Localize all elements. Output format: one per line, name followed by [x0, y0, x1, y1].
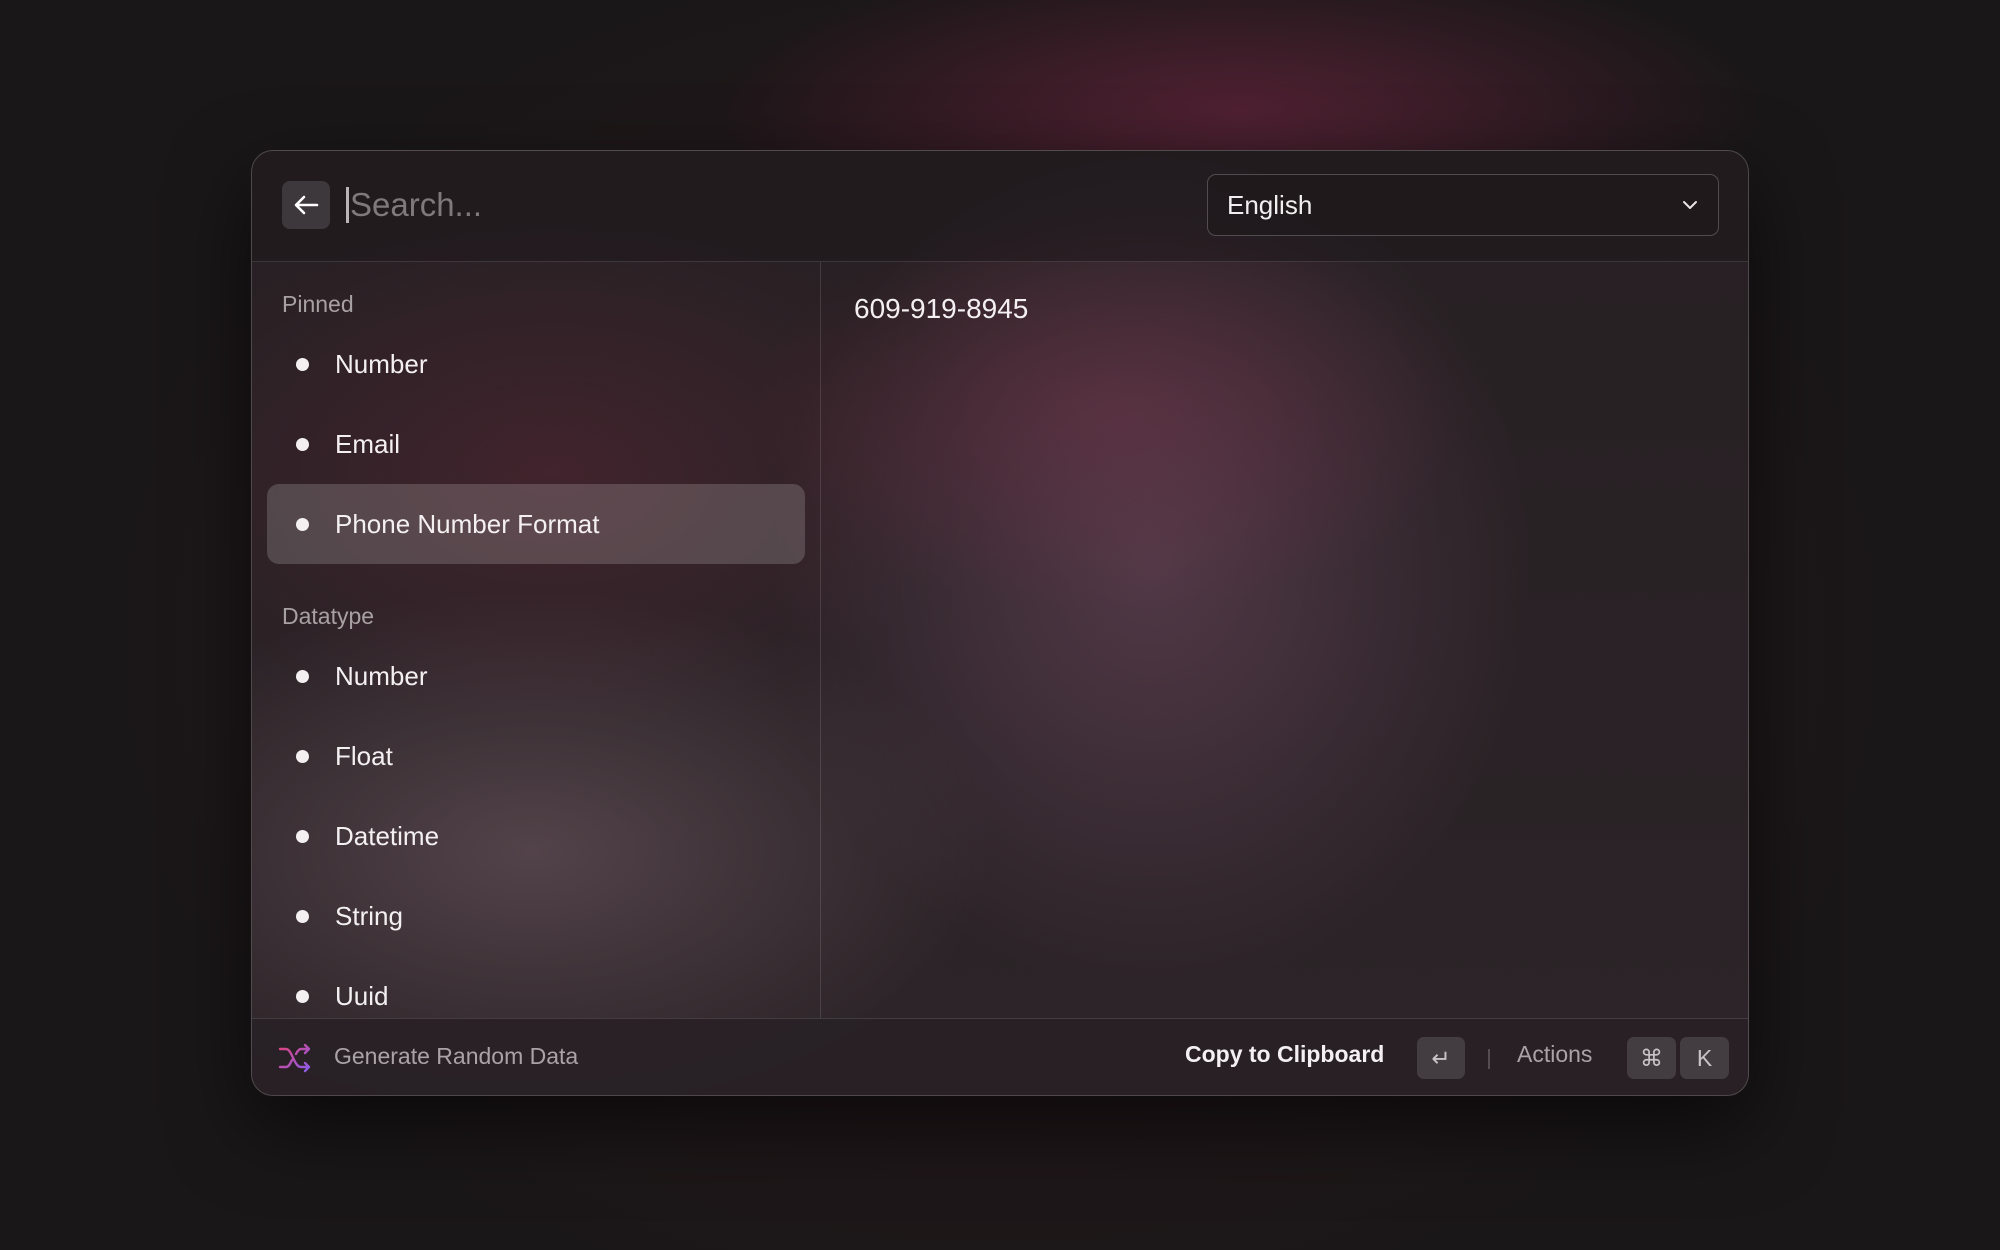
dot-icon — [296, 517, 309, 531]
enter-key-hint: ↵ — [1417, 1037, 1465, 1079]
list-item-datatype-number[interactable]: Number — [267, 636, 805, 716]
list-item-label: Float — [335, 740, 393, 771]
list-item-pinned-number[interactable]: Number — [267, 324, 805, 404]
list-item-datatype-uuid[interactable]: Uuid — [267, 956, 805, 1018]
dot-icon — [296, 437, 309, 451]
list-item-label: String — [335, 900, 403, 931]
list-item-label: Email — [335, 428, 401, 459]
detail-pane: 609-919-8945 — [821, 262, 1748, 1018]
actions-button[interactable]: Actions — [1517, 1041, 1592, 1068]
list-item-datatype-string[interactable]: String — [267, 876, 805, 956]
back-button[interactable] — [282, 181, 330, 229]
list-item-label: Phone Number Format — [335, 508, 600, 539]
search-input[interactable] — [350, 177, 1130, 233]
header-bar: English — [252, 151, 1748, 262]
text-caret — [346, 187, 349, 223]
chevron-down-icon — [1683, 201, 1697, 209]
language-selected-label: English — [1227, 189, 1313, 220]
search-box — [346, 177, 1146, 233]
dot-icon — [296, 989, 309, 1003]
k-key-hint: K — [1680, 1037, 1729, 1079]
dot-icon — [296, 669, 309, 683]
command-key-hint: ⌘ — [1627, 1037, 1676, 1079]
list-item-label: Uuid — [335, 980, 389, 1011]
action-bar: Generate Random Data Copy to Clipboard ↵… — [252, 1018, 1748, 1095]
copy-to-clipboard-button[interactable]: Copy to Clipboard — [1185, 1041, 1384, 1068]
list-item-label: Number — [335, 660, 428, 691]
dot-icon — [296, 749, 309, 763]
app-window: English Pinned Number Email Phone Number… — [251, 150, 1749, 1096]
generated-value: 609-919-8945 — [854, 293, 1029, 324]
list-item-label: Datetime — [335, 820, 440, 851]
list-item-pinned-email[interactable]: Email — [267, 404, 805, 484]
shuffle-icon — [278, 1043, 311, 1073]
section-title-datatype: Datatype — [282, 603, 375, 629]
list-item-phone-number-format[interactable]: Phone Number Format — [267, 484, 805, 564]
footer-divider — [1488, 1049, 1490, 1069]
extension-title: Generate Random Data — [334, 1043, 579, 1069]
list-item-label: Number — [335, 348, 428, 379]
dot-icon — [296, 909, 309, 923]
list-item-datatype-float[interactable]: Float — [267, 716, 805, 796]
dot-icon — [296, 829, 309, 843]
list-item-datatype-datetime[interactable]: Datetime — [267, 796, 805, 876]
sidebar-list[interactable]: Pinned Number Email Phone Number Format … — [252, 262, 821, 1018]
arrow-left-icon — [294, 195, 319, 215]
language-dropdown[interactable]: English — [1207, 174, 1719, 236]
dot-icon — [296, 357, 309, 371]
